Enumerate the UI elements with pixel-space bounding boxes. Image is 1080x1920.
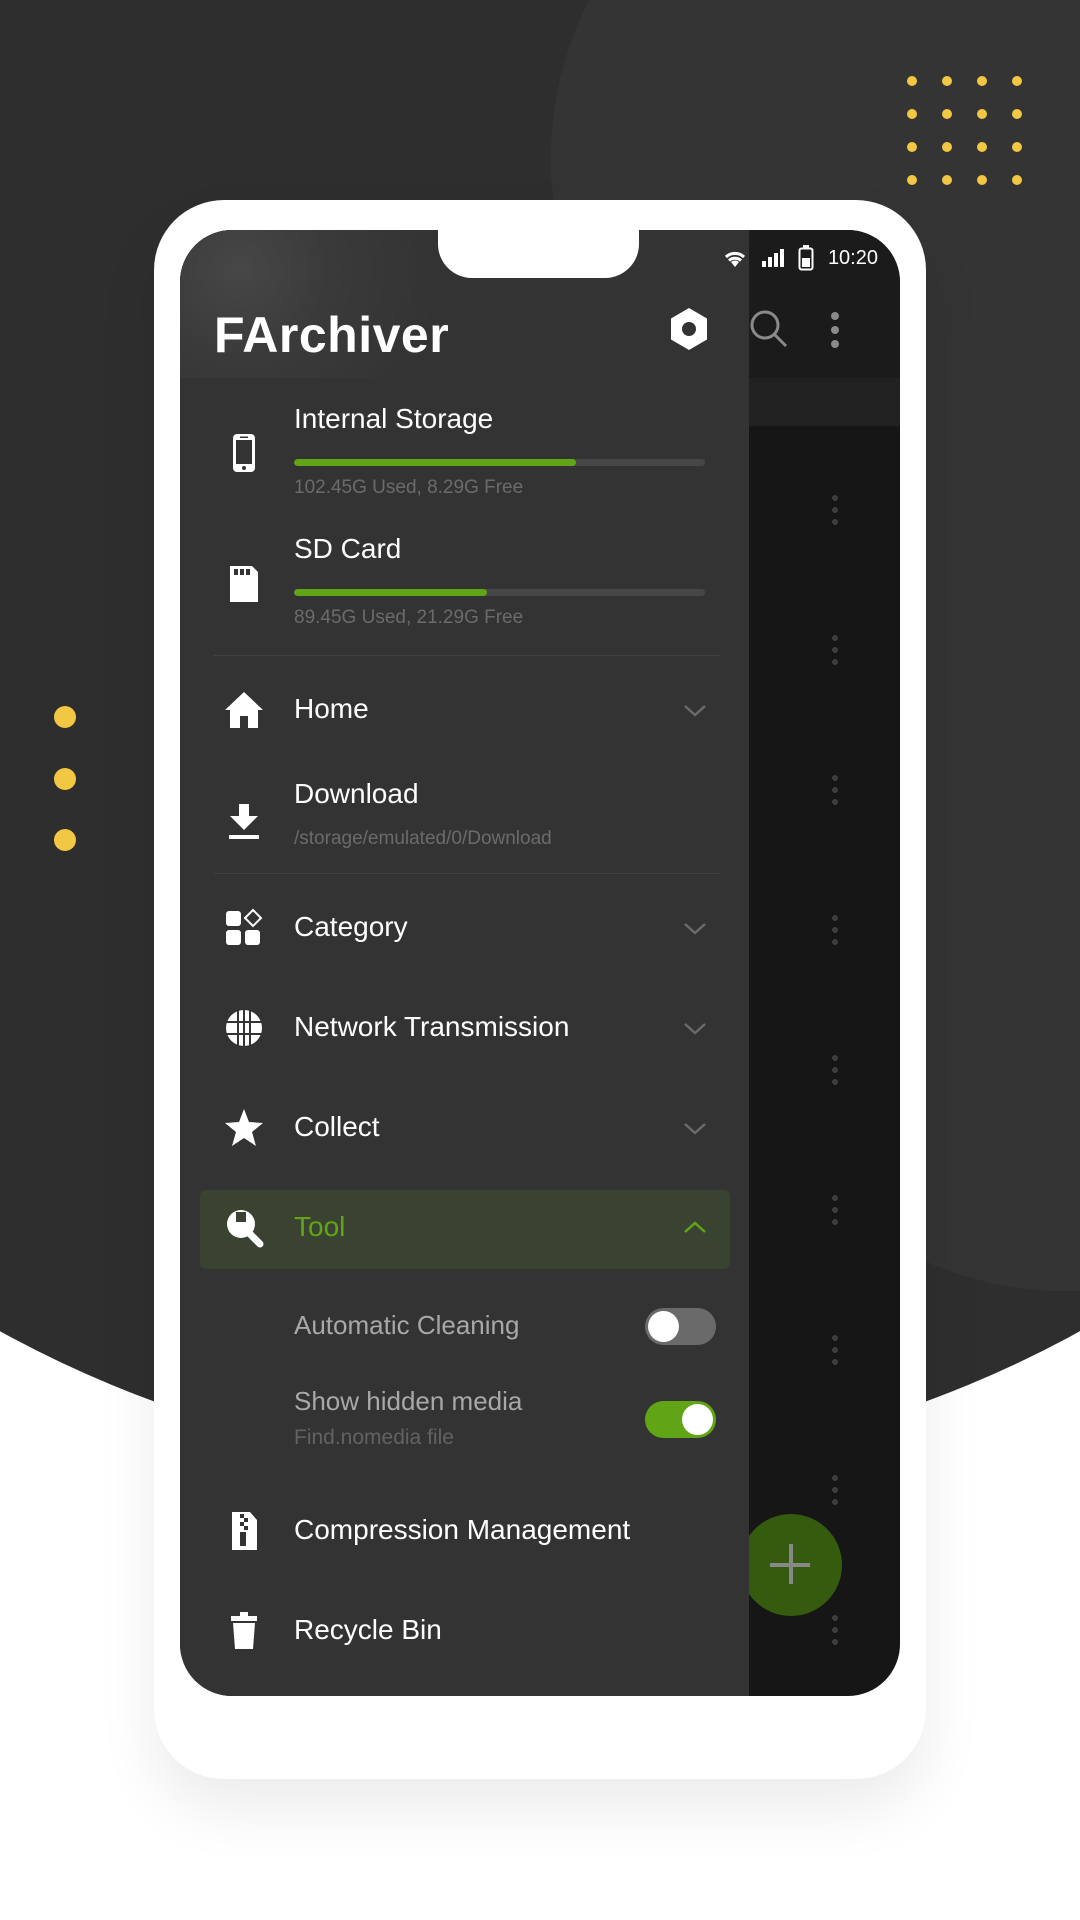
decor-dot (942, 76, 952, 86)
download-path: /storage/emulated/0/Download (294, 828, 552, 849)
decor-dot (1012, 175, 1022, 185)
option-show-hidden-media: Show hidden media Find.nomedia file (180, 1374, 749, 1454)
storage-progress-bar (294, 589, 705, 596)
menu-label: Recycle Bin (294, 1614, 442, 1645)
row-more-icon[interactable] (832, 635, 838, 665)
decor-dot (907, 76, 917, 86)
option-label: Show hidden media (294, 1386, 523, 1416)
menu-label: Category (294, 911, 408, 942)
row-more-icon[interactable] (832, 1195, 838, 1225)
wifi-icon (724, 251, 745, 267)
toggle-knob (648, 1311, 679, 1342)
battery-icon (798, 245, 814, 271)
zip-file-icon (232, 1512, 257, 1550)
menu-item-collect[interactable]: Collect (180, 1098, 749, 1158)
menu-item-category[interactable]: Category (180, 898, 749, 958)
decor-dot (54, 706, 76, 728)
storage-detail: 102.45G Used, 8.29G Free (294, 477, 524, 498)
decor-dot (907, 175, 917, 185)
chevron-down-icon[interactable] (683, 1022, 707, 1036)
decor-dot (907, 109, 917, 119)
storage-label: SD Card (294, 533, 402, 564)
menu-item-recycle-bin[interactable]: Recycle Bin (180, 1601, 749, 1661)
menu-label: Compression Management (294, 1514, 631, 1545)
storage-label: Internal Storage (294, 403, 494, 434)
trash-icon (231, 1612, 257, 1649)
app-title: FArchiver (214, 307, 450, 363)
menu-label: Home (294, 693, 369, 724)
storage-sd-card[interactable]: SD Card 89.45G Used, 21.29G Free (180, 525, 749, 635)
chevron-up-icon[interactable] (683, 1220, 707, 1234)
option-label: Automatic Cleaning (294, 1310, 520, 1340)
decor-dot (942, 175, 952, 185)
show-hidden-media-toggle[interactable] (645, 1401, 716, 1438)
status-time: 10:20 (827, 246, 878, 269)
menu-item-download[interactable]: Download /storage/emulated/0/Download (180, 770, 749, 870)
row-more-icon[interactable] (832, 1615, 838, 1645)
star-icon (225, 1109, 263, 1146)
decor-dot (977, 142, 987, 152)
sd-card-icon (230, 566, 258, 602)
more-options-icon[interactable] (828, 310, 842, 350)
phone-icon (233, 434, 255, 472)
menu-item-network-transmission[interactable]: Network Transmission (180, 998, 749, 1058)
download-icon (229, 804, 259, 839)
row-more-icon[interactable] (832, 1055, 838, 1085)
chevron-down-icon[interactable] (683, 704, 707, 718)
search-icon[interactable] (748, 308, 790, 350)
row-more-icon[interactable] (832, 775, 838, 805)
status-bar: 10:20 (722, 230, 900, 286)
plus-icon-vertical (789, 1544, 793, 1584)
storage-detail: 89.45G Used, 21.29G Free (294, 607, 524, 628)
decor-dot (942, 142, 952, 152)
menu-label: Network Transmission (294, 1011, 570, 1042)
navigation-drawer: FArchiver Internal Storage 102.45G Used,… (180, 230, 839, 1696)
automatic-cleaning-toggle[interactable] (645, 1308, 716, 1345)
menu-item-home[interactable]: Home (180, 680, 749, 740)
row-more-icon[interactable] (832, 1335, 838, 1365)
decor-dot (1012, 76, 1022, 86)
decor-dot (977, 109, 987, 119)
storage-internal[interactable]: Internal Storage 102.45G Used, 8.29G Fre… (180, 395, 749, 505)
storage-progress-fill (294, 459, 576, 466)
settings-hex-icon[interactable] (669, 307, 709, 351)
divider (214, 655, 720, 656)
chevron-down-icon[interactable] (683, 922, 707, 936)
decor-dot (54, 768, 76, 790)
decor-dot (942, 109, 952, 119)
menu-label: Tool (294, 1211, 346, 1242)
add-fab-button[interactable] (740, 1514, 842, 1616)
option-sub: Find.nomedia file (294, 1426, 454, 1449)
storage-progress-fill (294, 589, 488, 596)
menu-label: Collect (294, 1111, 380, 1142)
menu-item-compression-management[interactable]: Compression Management (180, 1501, 749, 1561)
signal-icon (761, 249, 784, 267)
chevron-down-icon[interactable] (683, 1122, 707, 1136)
divider (214, 873, 720, 874)
phone-screen: 10:20 FArchiver Internal Storage 102.45G… (180, 230, 900, 1696)
decor-dot (977, 76, 987, 86)
decor-dot (1012, 142, 1022, 152)
decor-dot (54, 829, 76, 851)
menu-label: Download (294, 778, 419, 809)
row-more-icon[interactable] (832, 1475, 838, 1505)
category-icon (226, 908, 263, 945)
decor-dot (907, 142, 917, 152)
globe-icon (226, 1010, 262, 1046)
decor-dot (1012, 109, 1022, 119)
menu-item-tool[interactable]: Tool (180, 1198, 749, 1258)
home-icon (225, 692, 263, 728)
row-more-icon[interactable] (832, 915, 838, 945)
phone-notch (438, 230, 639, 278)
row-more-icon[interactable] (832, 495, 838, 525)
option-automatic-cleaning: Automatic Cleaning (180, 1298, 749, 1358)
wrench-icon (227, 1210, 264, 1248)
toggle-knob (682, 1404, 713, 1435)
decor-dot (977, 175, 987, 185)
storage-progress-bar (294, 459, 705, 466)
